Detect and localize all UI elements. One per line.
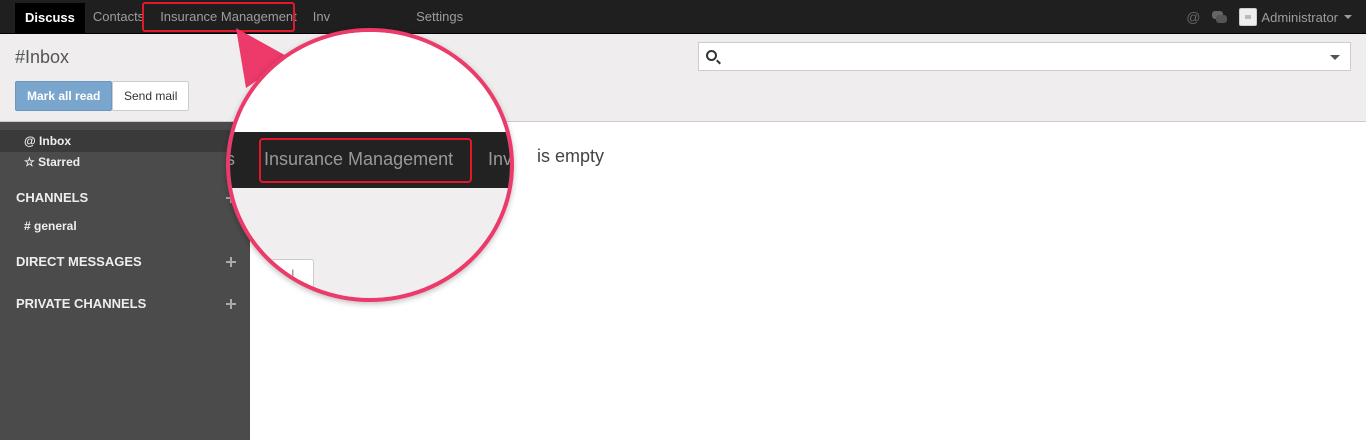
- magnifier-highlight-box: [259, 138, 472, 183]
- magnifier-left-fragment: s: [226, 149, 235, 169]
- magnifier-button-fragment: l: [270, 259, 314, 298]
- magnifier-callout: s Insurance Management Inv l: [226, 28, 514, 302]
- magnifier-button-text: l: [291, 268, 295, 285]
- magnifier-background: [230, 32, 510, 132]
- magnifier-right-fragment: Inv: [488, 149, 513, 169]
- callout-pointer: [236, 28, 290, 88]
